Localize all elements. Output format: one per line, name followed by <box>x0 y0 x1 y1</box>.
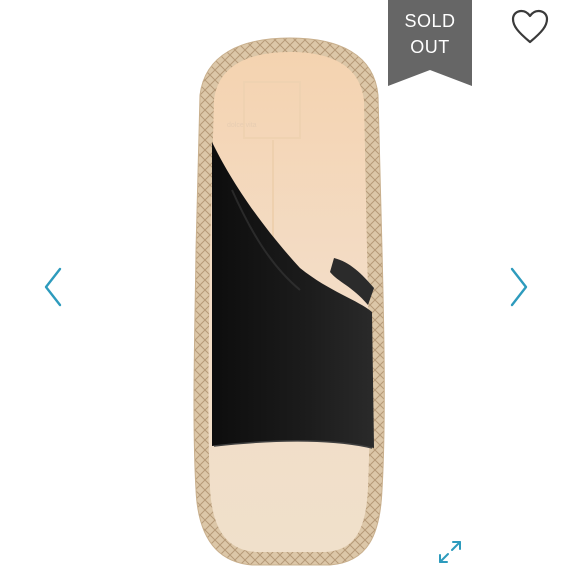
chevron-right-icon <box>510 267 528 307</box>
sold-badge-line1: SOLD <box>404 11 456 31</box>
sold-badge-line2: OUT <box>410 37 450 57</box>
next-image-button[interactable] <box>506 266 532 308</box>
sandal-photo: dolce vita <box>193 37 385 566</box>
product-image-viewer: dolce vita SOLD OUT <box>0 0 580 580</box>
like-button[interactable] <box>510 8 550 46</box>
chevron-left-icon <box>44 267 62 307</box>
brand-label: dolce vita <box>227 122 257 129</box>
previous-image-button[interactable] <box>40 266 66 308</box>
sold-out-badge: SOLD OUT <box>388 0 472 86</box>
expand-arrows-icon <box>439 541 461 563</box>
fullscreen-button[interactable] <box>436 538 464 566</box>
heart-outline-icon <box>511 9 549 44</box>
